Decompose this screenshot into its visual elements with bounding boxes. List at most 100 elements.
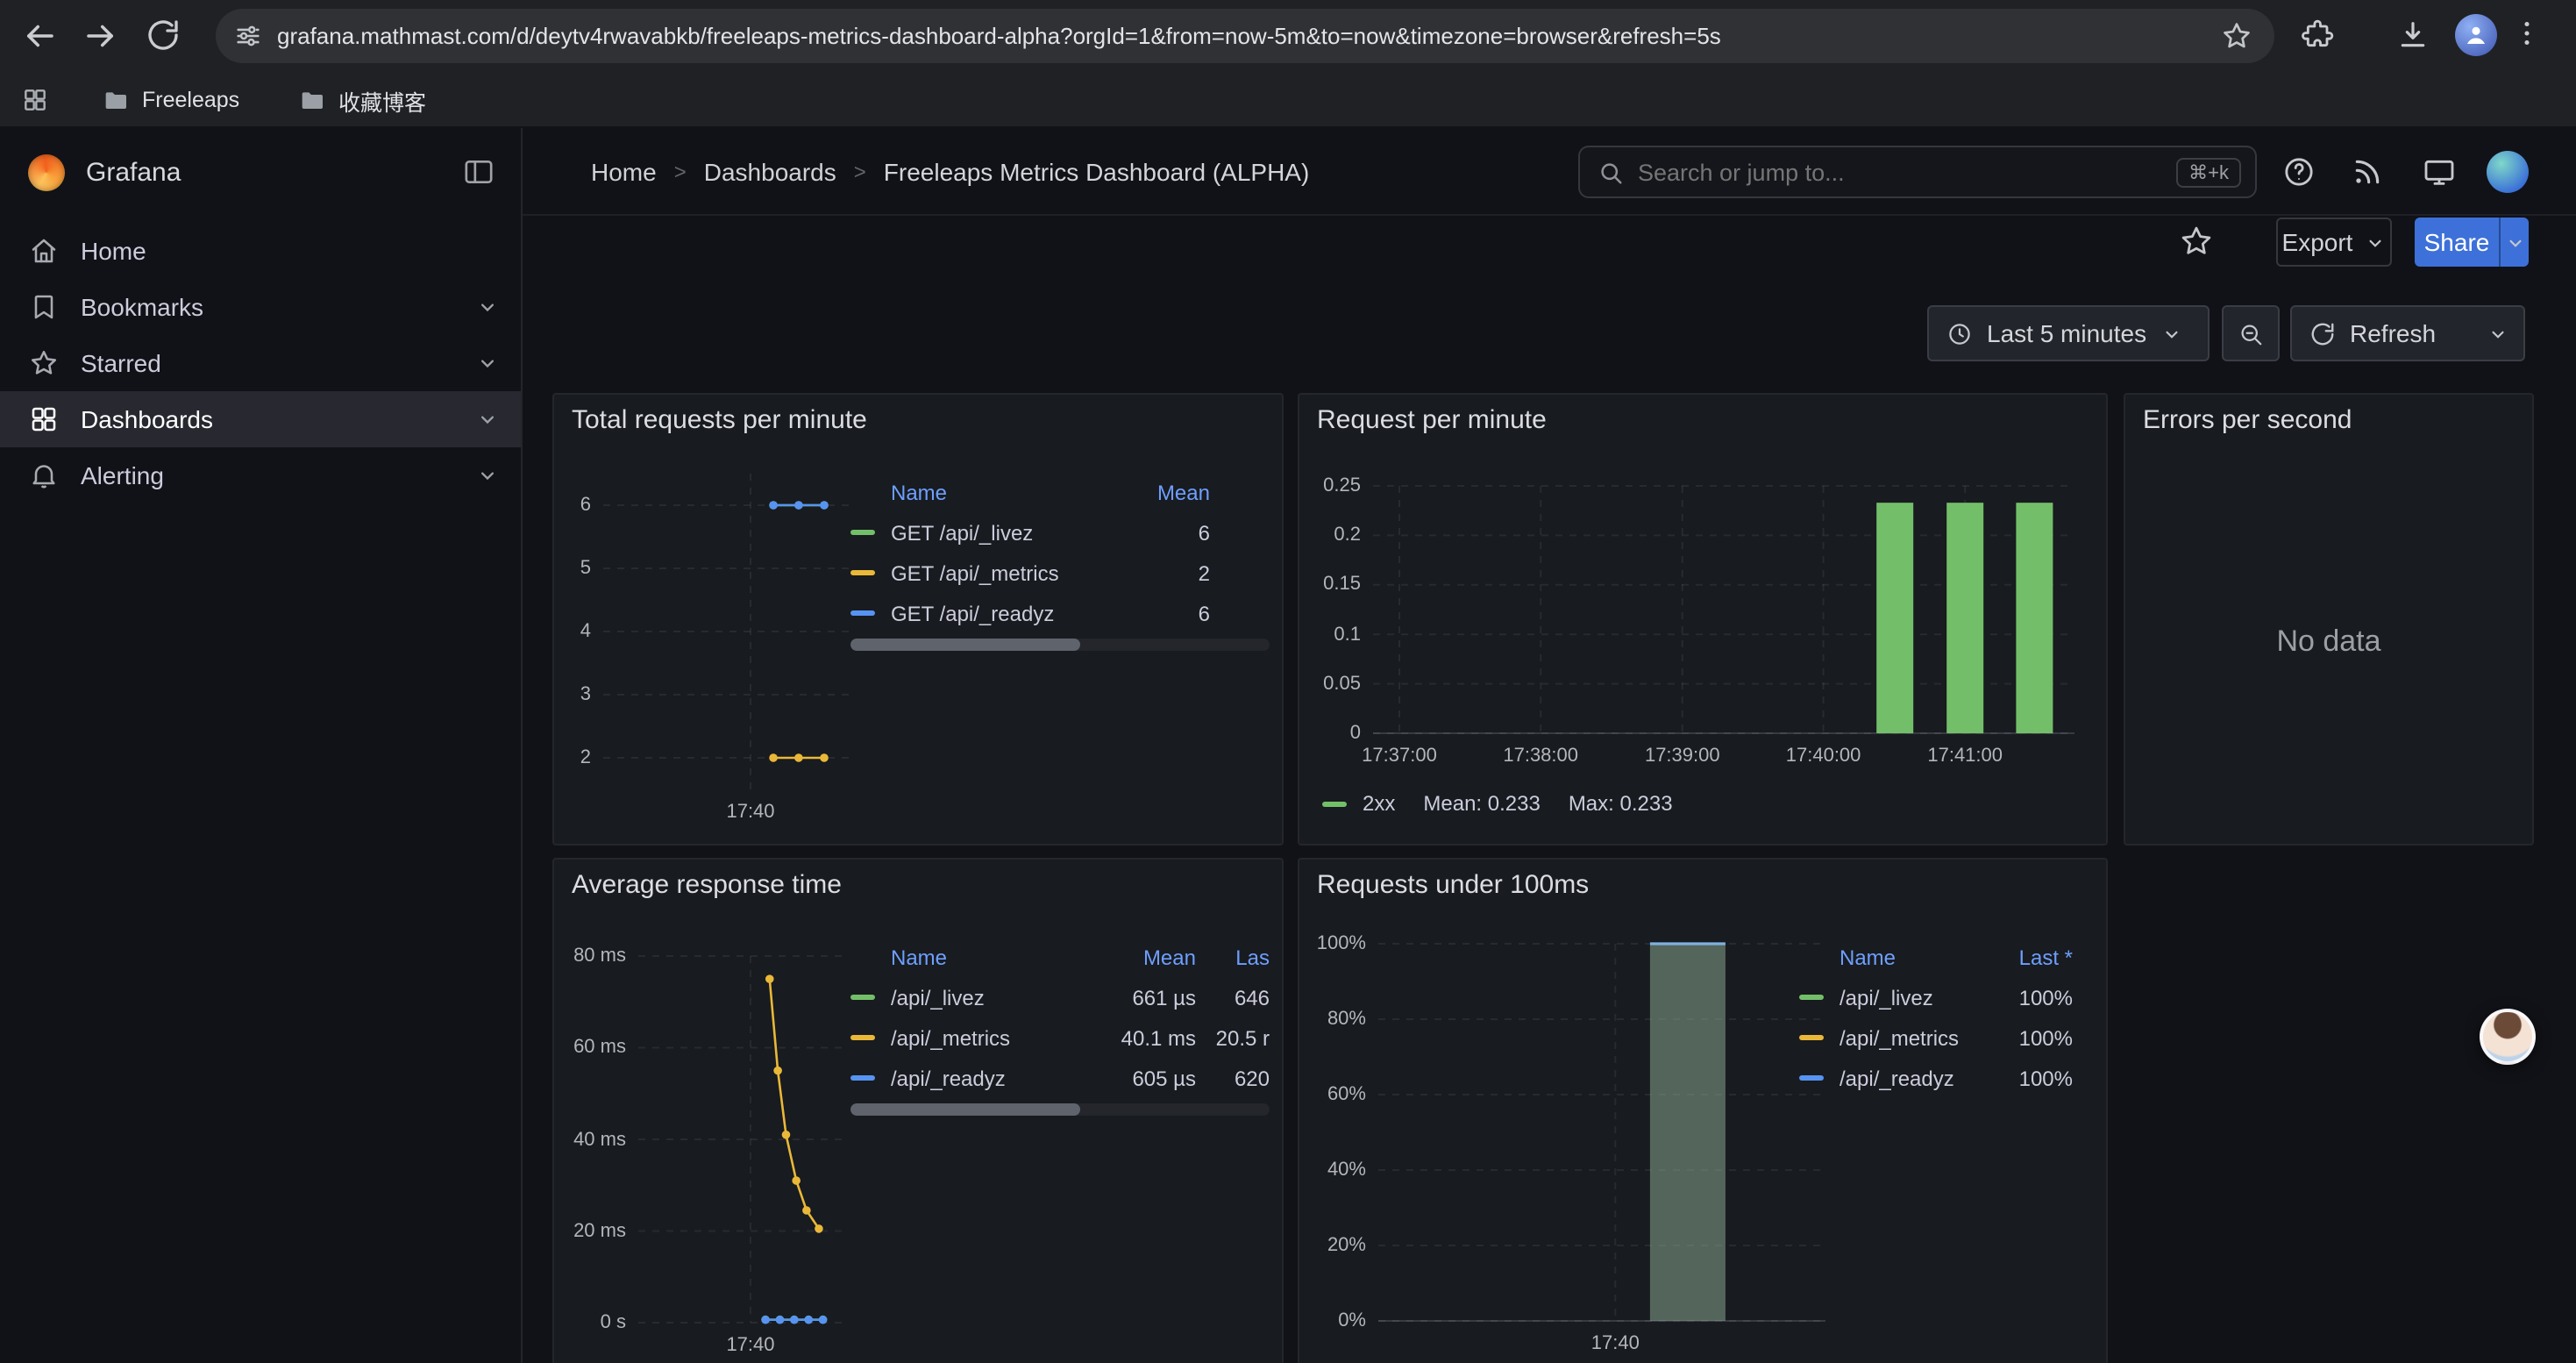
chevron-down-icon[interactable] xyxy=(475,463,500,488)
scrollbar-thumb[interactable] xyxy=(850,1103,1081,1116)
legend-row[interactable]: GET /api/_metrics 2 xyxy=(850,553,1210,593)
refresh-button[interactable]: Refresh xyxy=(2290,305,2474,361)
export-button[interactable]: Export xyxy=(2276,218,2392,267)
forward-icon[interactable] xyxy=(82,18,121,56)
series-name[interactable]: GET /api/_livez xyxy=(891,520,1105,545)
reload-icon[interactable] xyxy=(146,18,184,56)
chevron-down-icon[interactable] xyxy=(475,351,500,375)
xtick-label: 17:39:00 xyxy=(1645,746,1720,767)
share-button[interactable]: Share xyxy=(2415,218,2499,267)
breadcrumb-home[interactable]: Home xyxy=(591,158,657,186)
legend-row[interactable]: /api/_livez 661 µs 646 xyxy=(850,977,1270,1017)
panel-title[interactable]: Average response time xyxy=(572,870,842,900)
ytick-label: 20 ms xyxy=(573,1221,626,1242)
bar-chart[interactable]: 0.250.20.150.10.05017:37:0017:38:0017:39… xyxy=(1299,395,2106,844)
refresh-interval-dropdown[interactable] xyxy=(2473,305,2525,361)
chevron-down-icon[interactable] xyxy=(475,295,500,319)
series-name[interactable]: 2xx xyxy=(1363,791,1395,816)
panel-title[interactable]: Errors per second xyxy=(2143,405,2352,435)
apps-grid-icon[interactable] xyxy=(21,81,49,119)
favorite-star-icon[interactable] xyxy=(2178,223,2215,260)
ytick-label: 4 xyxy=(580,621,591,642)
breadcrumb-separator: > xyxy=(674,160,687,184)
series-name[interactable]: /api/_metrics xyxy=(891,1025,1073,1050)
series-mean: 6 xyxy=(1105,520,1210,545)
url-input[interactable] xyxy=(277,23,2204,49)
legend-row[interactable]: /api/_metrics 100% xyxy=(1799,1017,2073,1058)
url-bar[interactable] xyxy=(216,9,2274,63)
ytick-label: 6 xyxy=(580,495,591,516)
bookmark-folder-blog[interactable]: 收藏博客 xyxy=(298,81,426,119)
chevron-down-icon[interactable] xyxy=(475,407,500,432)
sidebar-item-alerting[interactable]: Alerting xyxy=(0,447,521,503)
legend-header-mean[interactable]: Mean xyxy=(1073,945,1196,969)
ytick-label: 2 xyxy=(580,747,591,768)
bookmark-folder-freeleaps[interactable]: Freeleaps xyxy=(102,81,239,119)
legend-row[interactable]: /api/_readyz 605 µs 620 xyxy=(850,1058,1270,1098)
help-icon[interactable] xyxy=(2281,154,2316,189)
search-icon xyxy=(1598,159,1624,185)
series-mean: 40.1 ms xyxy=(1073,1025,1196,1050)
legend-scrollbar[interactable] xyxy=(850,639,1270,651)
bell-icon xyxy=(28,460,60,491)
grafana-sidebar: Grafana Home Bookmarks xyxy=(0,128,523,1363)
sidebar-item-dashboards[interactable]: Dashboards xyxy=(0,391,521,447)
monitor-icon[interactable] xyxy=(2422,154,2457,189)
legend-row[interactable]: GET /api/_livez 6 xyxy=(850,512,1210,553)
panel-title[interactable]: Request per minute xyxy=(1317,405,1547,435)
legend-header-last[interactable]: Las xyxy=(1196,945,1270,969)
site-settings-icon[interactable] xyxy=(233,21,263,51)
legend-row[interactable]: GET /api/_readyz 6 xyxy=(850,593,1210,633)
legend-scrollbar[interactable] xyxy=(850,1103,1270,1116)
series-name[interactable]: GET /api/_readyz xyxy=(891,601,1105,625)
sidebar-item-home[interactable]: Home xyxy=(0,223,521,279)
downloads-icon[interactable] xyxy=(2395,18,2432,54)
series-max-label: Max: 0.233 xyxy=(1569,791,1673,816)
legend-row[interactable]: /api/_metrics 40.1 ms 20.5 r xyxy=(850,1017,1270,1058)
sidebar-item-label: Bookmarks xyxy=(81,293,203,321)
panel-requests-under-100ms: 100%80%60%40%20%0%17:40 Requests under 1… xyxy=(1298,858,2108,1363)
browser-profile-avatar[interactable] xyxy=(2455,14,2497,56)
legend-header-name[interactable]: Name xyxy=(850,480,1105,504)
legend-header-last[interactable]: Last * xyxy=(1985,945,2073,969)
share-dropdown-button[interactable] xyxy=(2499,218,2529,267)
series-name[interactable]: /api/_metrics xyxy=(1839,1025,1985,1050)
user-avatar[interactable] xyxy=(2487,151,2529,193)
rss-icon[interactable] xyxy=(2350,154,2385,189)
scrollbar-thumb[interactable] xyxy=(850,639,1081,651)
panel-title[interactable]: Total requests per minute xyxy=(572,405,867,435)
series-last: 646 xyxy=(1196,985,1270,1010)
legend-header-name[interactable]: Name xyxy=(850,945,1073,969)
panel-title[interactable]: Requests under 100ms xyxy=(1317,870,1589,900)
time-range-picker[interactable]: Last 5 minutes xyxy=(1927,305,2210,361)
extensions-icon[interactable] xyxy=(2301,18,2338,54)
ytick-label: 20% xyxy=(1327,1235,1366,1256)
sidebar-item-label: Starred xyxy=(81,349,161,377)
legend-header-row: Name Last * xyxy=(1799,937,2073,977)
legend-header-mean[interactable]: Mean xyxy=(1105,480,1210,504)
legend-header-name[interactable]: Name xyxy=(1799,945,1985,969)
series-name[interactable]: /api/_livez xyxy=(891,985,1073,1010)
bookmark-star-icon[interactable] xyxy=(2220,19,2253,53)
browser-menu-icon[interactable] xyxy=(2511,18,2539,54)
series-name[interactable]: /api/_livez xyxy=(1839,985,1985,1010)
search-box[interactable]: ⌘+k xyxy=(1578,146,2257,198)
search-input[interactable] xyxy=(1638,159,2176,185)
legend-row[interactable]: /api/_livez 100% xyxy=(1799,977,2073,1017)
ytick-label: 60% xyxy=(1327,1084,1366,1105)
dock-sidebar-icon[interactable] xyxy=(461,154,496,189)
series-name[interactable]: GET /api/_metrics xyxy=(891,560,1105,585)
ytick-label: 0.15 xyxy=(1323,574,1361,596)
back-icon[interactable] xyxy=(21,18,60,56)
series-name[interactable]: /api/_readyz xyxy=(891,1066,1073,1090)
series-name[interactable]: /api/_readyz xyxy=(1839,1066,1985,1090)
grafana-logo-icon[interactable] xyxy=(28,153,65,190)
series-color-dash xyxy=(850,610,875,616)
floating-assistant-avatar[interactable] xyxy=(2480,1009,2536,1065)
sidebar-item-starred[interactable]: Starred xyxy=(0,335,521,391)
legend-row[interactable]: /api/_readyz 100% xyxy=(1799,1058,2073,1098)
breadcrumb-dashboards[interactable]: Dashboards xyxy=(704,158,836,186)
zoom-out-button[interactable] xyxy=(2222,305,2280,361)
sidebar-item-bookmarks[interactable]: Bookmarks xyxy=(0,279,521,335)
bar-chart[interactable]: 100%80%60%40%20%0%17:40 xyxy=(1299,860,2106,1363)
